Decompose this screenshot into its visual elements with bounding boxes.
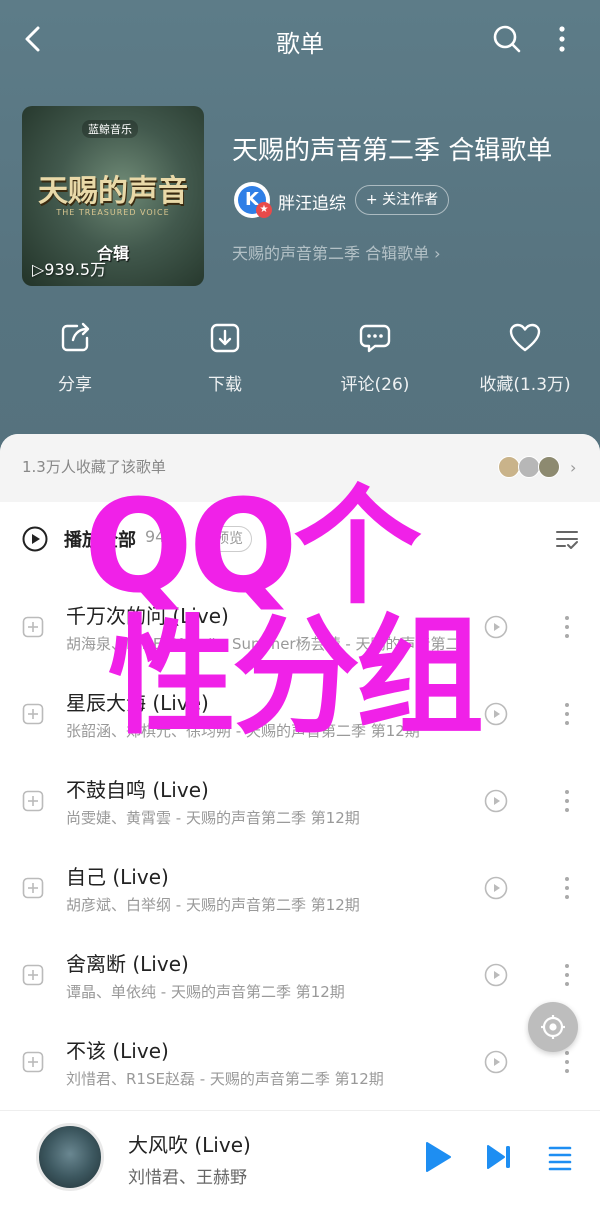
song-title: 不该 (Live)	[66, 1039, 169, 1063]
comment-label: 评论(26)	[340, 375, 410, 395]
avatar	[498, 456, 520, 478]
song-title: 千万次的问 (Live)	[66, 604, 229, 628]
cover-logo: 天赐的声音	[38, 174, 188, 209]
share-button[interactable]: 分享	[0, 320, 150, 395]
collect-label: 收藏(1.3万)	[479, 375, 571, 395]
now-playing-title: 大风吹 (Live)	[128, 1133, 251, 1157]
add-to-playlist-icon[interactable]	[22, 703, 44, 725]
locate-icon	[541, 1015, 565, 1039]
now-playing-album-art[interactable]	[36, 1123, 104, 1191]
mv-play-icon[interactable]	[484, 876, 508, 900]
cover-subtitle: THE TREASURED VOICE	[56, 208, 170, 217]
song-meta: 张韶涵、郑棋元、徐均朔 - 天赐的声音第二季 第12期	[66, 722, 420, 740]
more-vertical-icon[interactable]	[552, 24, 572, 54]
playlist-description[interactable]: 天赐的声音第二季 合辑歌单 ›	[232, 240, 441, 264]
song-meta: 刘惜君、R1SE赵磊 - 天赐的声音第二季 第12期	[66, 1070, 384, 1088]
search-icon[interactable]	[492, 24, 522, 54]
add-to-playlist-icon[interactable]	[22, 1051, 44, 1073]
play-count: ▷939.5万	[32, 260, 107, 279]
play-all-button[interactable]: 播放全部	[64, 526, 136, 552]
collect-button[interactable]: 收藏(1.3万)	[450, 320, 600, 395]
more-options-icon[interactable]	[560, 962, 574, 988]
locate-button[interactable]	[528, 1002, 578, 1052]
mv-play-icon[interactable]	[484, 1050, 508, 1074]
mv-play-icon[interactable]	[484, 963, 508, 987]
more-options-icon[interactable]	[560, 614, 574, 640]
song-row[interactable]: 千万次的问 (Live) 胡海泉、NINE ONE #、Summer杨芸晴 - 天…	[0, 592, 600, 679]
more-options-icon[interactable]	[560, 875, 574, 901]
add-to-playlist-icon[interactable]	[22, 964, 44, 986]
song-row[interactable]: 不鼓自鸣 (Live) 尚雯婕、黄霄雲 - 天赐的声音第二季 第12期	[0, 766, 600, 853]
mv-play-icon[interactable]	[484, 615, 508, 639]
cover-brand: 蓝鲸音乐	[82, 120, 138, 138]
collectors-bar[interactable]: 1.3万人收藏了该歌单 ›	[0, 434, 600, 502]
song-list-sheet: 1.3万人收藏了该歌单 › 播放全部 94 预览 千万次的问 (Live) 胡海泉…	[0, 434, 600, 1210]
manage-list-icon[interactable]	[554, 526, 580, 552]
share-label: 分享	[58, 375, 92, 395]
song-title: 不鼓自鸣 (Live)	[66, 778, 209, 802]
play-all-row: 播放全部 94 预览	[0, 518, 600, 562]
add-to-playlist-icon[interactable]	[22, 616, 44, 638]
song-title: 星辰大海 (Live)	[66, 691, 209, 715]
avatar	[538, 456, 560, 478]
song-meta: 胡海泉、NINE ONE #、Summer杨芸晴 - 天赐的声音第二季 第12期	[66, 635, 456, 653]
playlist-queue-icon[interactable]	[546, 1143, 574, 1171]
play-icon[interactable]	[424, 1141, 452, 1173]
top-bar: 歌单	[0, 0, 600, 80]
mini-player[interactable]: 大风吹 (Live) 刘惜君、王赫野	[0, 1110, 600, 1210]
song-count: 94	[145, 527, 166, 546]
preview-tag[interactable]: 预览	[206, 526, 252, 552]
song-row[interactable]: 不该 (Live) 刘惜君、R1SE赵磊 - 天赐的声音第二季 第12期	[0, 1027, 600, 1114]
next-track-icon[interactable]	[486, 1143, 512, 1171]
avatar	[518, 456, 540, 478]
mv-play-icon[interactable]	[484, 789, 508, 813]
chevron-right-icon: ›	[570, 458, 577, 477]
song-title: 舍离断 (Live)	[66, 952, 189, 976]
now-playing-artist: 刘惜君、王赫野	[128, 1168, 247, 1188]
star-badge-icon: ★	[256, 202, 272, 218]
more-options-icon[interactable]	[560, 701, 574, 727]
comment-icon	[359, 324, 391, 353]
song-meta: 谭晶、单依纯 - 天赐的声音第二季 第12期	[66, 983, 345, 1001]
share-icon	[61, 322, 90, 352]
playlist-cover[interactable]: 蓝鲸音乐 天赐的声音 THE TREASURED VOICE 合辑 ▷939.5…	[22, 106, 204, 286]
action-bar: 分享 下载 评论(26) 收藏(1.3万)	[0, 320, 600, 400]
song-title: 自己 (Live)	[66, 865, 169, 889]
song-meta: 尚雯婕、黄霄雲 - 天赐的声音第二季 第12期	[66, 809, 360, 827]
play-circle-icon[interactable]	[22, 526, 48, 552]
playlist-title: 天赐的声音第二季 合辑歌单	[232, 136, 553, 166]
follow-button[interactable]: + 关注作者	[355, 185, 449, 215]
heart-icon	[509, 323, 541, 352]
creator-name[interactable]: 胖汪追综	[278, 189, 346, 214]
comment-button[interactable]: 评论(26)	[300, 320, 450, 395]
creator-avatar[interactable]: K ★	[234, 182, 272, 218]
add-to-playlist-icon[interactable]	[22, 877, 44, 899]
more-options-icon[interactable]	[560, 788, 574, 814]
collector-avatars	[498, 456, 560, 478]
add-to-playlist-icon[interactable]	[22, 790, 44, 812]
mv-play-icon[interactable]	[484, 702, 508, 726]
download-label: 下载	[208, 375, 242, 395]
song-row[interactable]: 舍离断 (Live) 谭晶、单依纯 - 天赐的声音第二季 第12期	[0, 940, 600, 1027]
download-button[interactable]: 下载	[150, 320, 300, 395]
more-options-icon[interactable]	[560, 1049, 574, 1075]
song-row[interactable]: 星辰大海 (Live) 张韶涵、郑棋元、徐均朔 - 天赐的声音第二季 第12期	[0, 679, 600, 766]
download-icon	[210, 323, 240, 353]
song-row[interactable]: 自己 (Live) 胡彦斌、白举纲 - 天赐的声音第二季 第12期	[0, 853, 600, 940]
song-meta: 胡彦斌、白举纲 - 天赐的声音第二季 第12期	[66, 896, 360, 914]
collectors-text: 1.3万人收藏了该歌单	[22, 458, 166, 476]
